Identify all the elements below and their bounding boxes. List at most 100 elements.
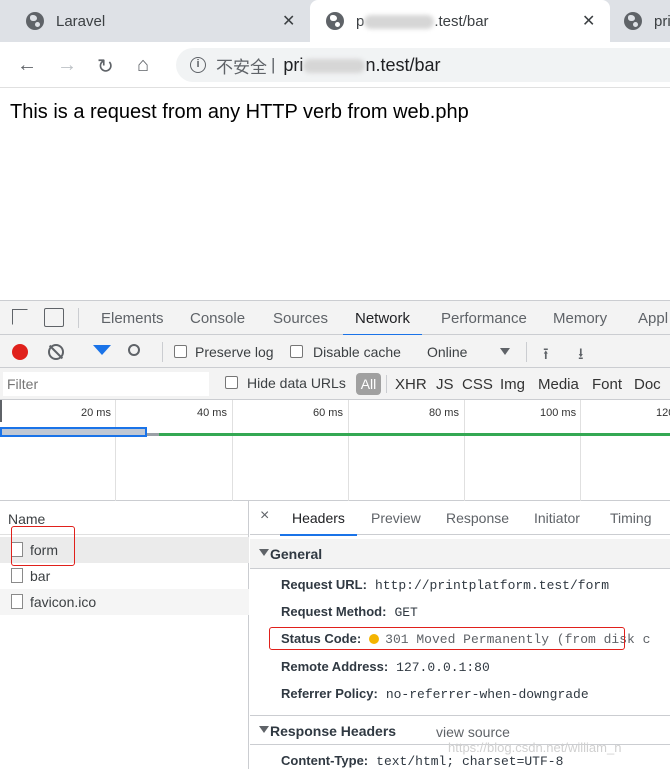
forward-icon[interactable]: →	[57, 54, 77, 77]
control-divider	[526, 342, 527, 362]
timeline-tick: 100 ms	[540, 407, 577, 419]
globe-icon	[624, 12, 642, 30]
tab-network[interactable]: Network	[342, 310, 423, 336]
close-tab-icon[interactable]: ✕	[282, 11, 295, 31]
import-har-icon[interactable]: ⭱	[543, 343, 549, 370]
type-font[interactable]: Font	[592, 376, 622, 393]
type-media[interactable]: Media	[538, 376, 579, 393]
tab-title: pri	[654, 12, 670, 30]
info-icon[interactable]: i	[190, 57, 206, 73]
grid-line	[464, 400, 465, 501]
reload-icon[interactable]: ↻	[97, 54, 114, 79]
disable-cache-label: Disable cache	[313, 344, 401, 360]
browser-toolbar: ← → ↻ ⌂ i 不安全 | pri n.test/bar	[0, 42, 670, 88]
tab-sources[interactable]: Sources	[273, 310, 328, 327]
security-label: 不安全	[216, 57, 267, 77]
section-title: General	[270, 546, 323, 562]
globe-icon	[26, 12, 44, 30]
throttling-select[interactable]: Online	[427, 344, 467, 360]
grid-line	[115, 400, 116, 501]
preserve-log-label: Preserve log	[195, 344, 274, 360]
timeline-tick: 120	[656, 407, 670, 419]
type-img[interactable]: Img	[500, 376, 525, 393]
type-css[interactable]: CSS	[462, 376, 493, 393]
network-overview-timeline[interactable]: 20 ms 40 ms 60 ms 80 ms 100 ms 120	[0, 400, 670, 501]
watermark: https://blog.csdn.net/william_n	[448, 740, 622, 755]
address-url: pri n.test/bar	[283, 54, 441, 75]
request-row-favicon[interactable]: favicon.ico	[0, 589, 249, 615]
request-list: Name form bar favicon.ico	[0, 501, 249, 769]
filter-input[interactable]	[3, 372, 209, 396]
chevron-down-icon[interactable]	[500, 348, 510, 355]
type-doc[interactable]: Doc	[634, 376, 661, 393]
tab-title: p .test/bar	[356, 12, 489, 30]
view-source-link[interactable]: view source	[436, 724, 510, 740]
type-all[interactable]: All	[356, 373, 381, 395]
grid-line	[580, 400, 581, 501]
tab-headers[interactable]: Headers	[280, 510, 357, 536]
tab-laravel[interactable]: Laravel ✕	[0, 0, 305, 42]
request-details: × Headers Preview Response Initiator Tim…	[250, 501, 670, 769]
grid-line	[348, 400, 349, 501]
general-section-header[interactable]: General	[250, 539, 670, 569]
tab-application[interactable]: Appl	[638, 310, 668, 327]
device-toolbar-icon[interactable]	[44, 308, 64, 327]
preserve-log-checkbox[interactable]	[174, 345, 187, 358]
tab-console[interactable]: Console	[190, 310, 245, 327]
grid-line	[0, 400, 2, 422]
request-name: favicon.ico	[30, 594, 97, 610]
devtools-panel: Elements Console Sources Network Perform…	[0, 300, 670, 769]
tab-performance[interactable]: Performance	[441, 310, 527, 327]
network-controls: Preserve log Disable cache Online ⭱ ⭳	[0, 335, 670, 368]
record-icon[interactable]	[12, 344, 28, 360]
search-icon[interactable]	[128, 344, 140, 356]
tab-bar[interactable]: p .test/bar ✕	[310, 0, 610, 42]
highlight-box-form	[11, 526, 75, 566]
tab-pri[interactable]: pri	[612, 0, 670, 42]
hide-data-urls-checkbox[interactable]	[225, 376, 238, 389]
tab-divider	[78, 308, 79, 328]
tab-title: Laravel	[56, 12, 106, 30]
page-message: This is a request from any HTTP verb fro…	[10, 101, 469, 123]
request-row-bar[interactable]: bar	[0, 563, 249, 589]
filter-divider	[386, 375, 387, 393]
tab-preview[interactable]: Preview	[371, 510, 421, 526]
timeline-tick: 60 ms	[313, 407, 343, 419]
tab-timing[interactable]: Timing	[610, 510, 652, 526]
redacted-blur	[364, 14, 435, 29]
devtools-tab-bar: Elements Console Sources Network Perform…	[0, 301, 670, 336]
tab-initiator[interactable]: Initiator	[534, 510, 580, 526]
browser-tab-strip: Laravel ✕ p .test/bar ✕ pri	[0, 0, 670, 42]
disable-cache-checkbox[interactable]	[290, 345, 303, 358]
back-icon[interactable]: ←	[17, 54, 37, 77]
highlight-box-status	[269, 627, 625, 650]
tab-memory[interactable]: Memory	[553, 310, 607, 327]
section-title: Response Headers	[270, 723, 397, 739]
address-bar[interactable]: i 不安全 | pri n.test/bar	[176, 48, 670, 82]
document-icon	[11, 594, 23, 609]
request-name: bar	[30, 568, 51, 584]
close-icon[interactable]: ×	[260, 507, 269, 525]
tab-elements[interactable]: Elements	[101, 310, 164, 327]
globe-icon	[326, 12, 344, 30]
tab-response[interactable]: Response	[446, 510, 509, 526]
close-tab-icon[interactable]: ✕	[582, 11, 595, 31]
document-icon	[11, 568, 23, 583]
inspect-element-icon[interactable]	[12, 309, 28, 325]
grid-line	[232, 400, 233, 501]
request-method-row: Request Method: GET	[281, 604, 418, 620]
timeline-tick: 20 ms	[81, 407, 111, 419]
request-bar-green	[159, 433, 670, 436]
remote-address-row: Remote Address: 127.0.0.1:80	[281, 659, 490, 675]
home-icon[interactable]: ⌂	[137, 54, 149, 77]
timeline-tick: 40 ms	[197, 407, 227, 419]
request-bar-gray	[147, 433, 159, 436]
details-tab-bar: × Headers Preview Response Initiator Tim…	[250, 501, 670, 536]
address-separator: |	[271, 55, 276, 74]
type-xhr[interactable]: XHR	[395, 376, 427, 393]
filter-bar: Hide data URLs All XHR JS CSS Img Media …	[0, 368, 670, 400]
filter-icon[interactable]	[93, 345, 111, 355]
export-har-icon[interactable]: ⭳	[578, 343, 584, 370]
request-url-row: Request URL: http://printplatform.test/fo…	[281, 577, 609, 593]
type-js[interactable]: JS	[436, 376, 454, 393]
